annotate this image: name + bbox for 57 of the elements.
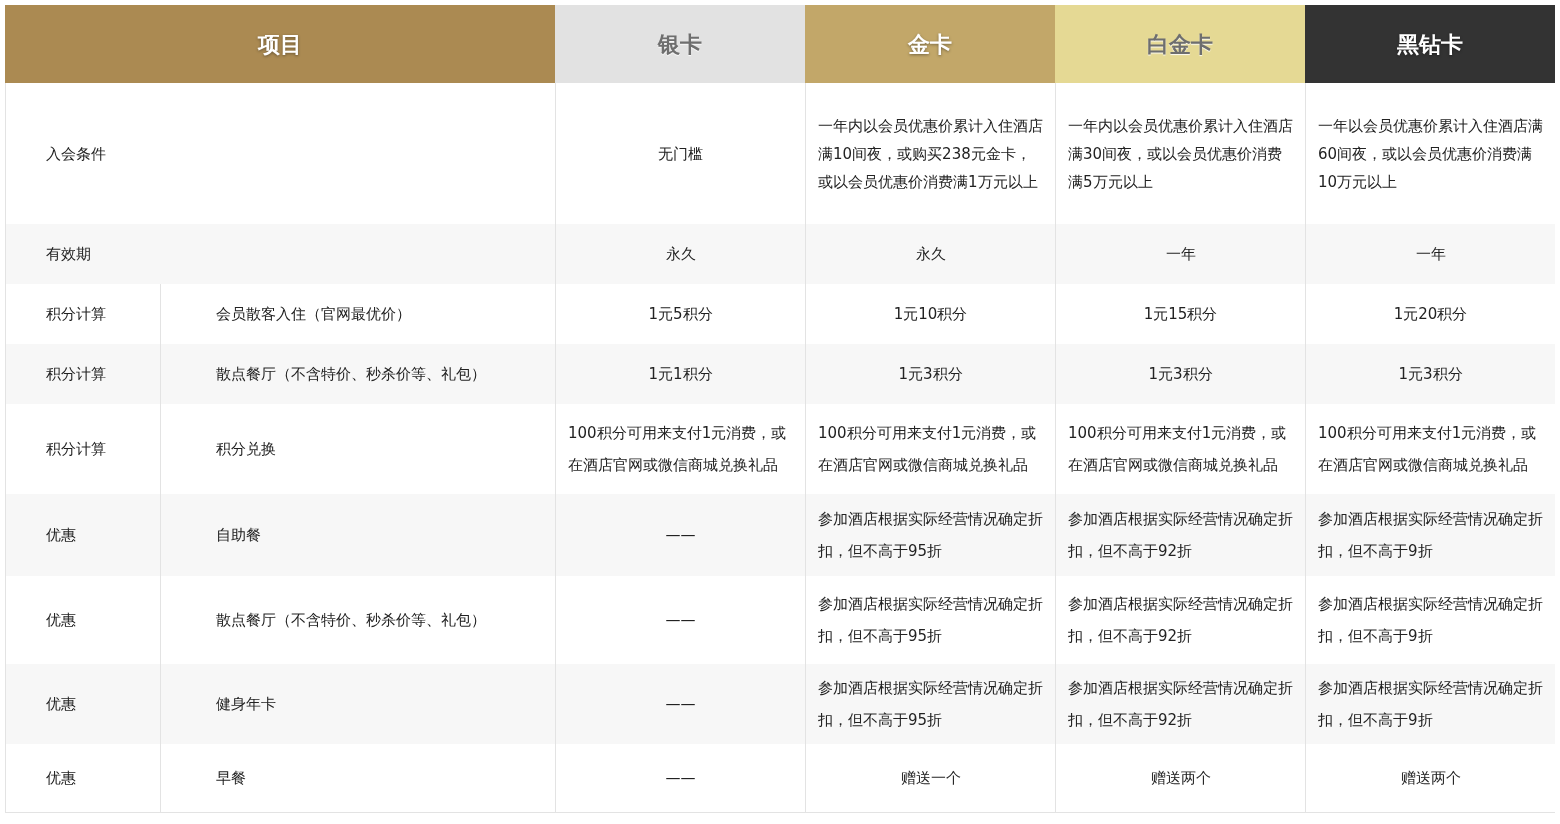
row-label: 优惠 (46, 525, 76, 546)
table-cell-text: 100积分可用来支付1元消费，或在酒店官网或微信商城兑换礼品 (818, 423, 1038, 476)
table-cell-text: 赠送两个 (1400, 768, 1461, 789)
column-header: 银卡 (555, 5, 805, 83)
table-cell-text: 100积分可用来支付1元消费，或在酒店官网或微信商城兑换礼品 (1318, 423, 1538, 476)
table-cell-text: 一年内以会员优惠价累计入住酒店满10间夜，或购买238元金卡，或以会员优惠价消费满1万元以上 (818, 115, 1043, 193)
table-cell-text: 1元5积分 (648, 304, 713, 325)
row-label: 入会条件 (46, 143, 106, 165)
table-cell-text: 1元15积分 (1143, 304, 1218, 325)
row-sublabel: 散点餐厅（不含特价、秒杀价等、礼包） (216, 364, 486, 385)
table-cell-text: 参加酒店根据实际经营情况确定折扣，但不高于9折 (1318, 594, 1543, 647)
table-cell-text: 1元3积分 (1148, 364, 1213, 385)
row-label: 优惠 (46, 694, 76, 715)
table-cell-text: 100积分可用来支付1元消费，或在酒店官网或微信商城兑换礼品 (1068, 423, 1288, 476)
column-header: 白金卡 (1055, 5, 1305, 83)
table-cell-text: 一年以会员优惠价累计入住酒店满60间夜，或以会员优惠价消费满10万元以上 (1318, 115, 1543, 193)
table-cell-text: 永久 (665, 244, 696, 265)
row-label: 优惠 (46, 768, 76, 789)
row-sublabel: 健身年卡 (216, 694, 276, 715)
row-sublabel: 积分兑换 (216, 439, 276, 460)
column-header: 项目 (5, 5, 555, 83)
column-header: 黑钻卡 (1305, 5, 1555, 83)
table-cell-text: —— (665, 610, 696, 631)
table-cell-text: 1元3积分 (898, 364, 963, 385)
table-cell-text: 赠送一个 (900, 768, 961, 789)
row-label: 积分计算 (46, 439, 106, 460)
table-cell-text: 1元1积分 (648, 364, 713, 385)
table-cell-text: 一年 (1415, 244, 1446, 265)
table-cell-text: —— (665, 525, 696, 546)
table-cell-text: 参加酒店根据实际经营情况确定折扣，但不高于92折 (1068, 594, 1293, 647)
table-cell-text: 1元20积分 (1393, 304, 1468, 325)
table-cell-text: 参加酒店根据实际经营情况确定折扣，但不高于9折 (1318, 678, 1543, 731)
row-label: 有效期 (46, 244, 91, 265)
row-sublabel: 早餐 (216, 768, 246, 789)
row-label: 积分计算 (46, 304, 106, 325)
table-cell-text: 参加酒店根据实际经营情况确定折扣，但不高于92折 (1068, 509, 1293, 562)
table-cell-text: 赠送两个 (1150, 768, 1211, 789)
table-cell-text: 一年内以会员优惠价累计入住酒店满30间夜，或以会员优惠价消费满5万元以上 (1068, 115, 1293, 193)
table-cell-text: 参加酒店根据实际经营情况确定折扣，但不高于95折 (818, 594, 1043, 647)
row-sublabel: 散点餐厅（不含特价、秒杀价等、礼包） (216, 610, 486, 631)
table-cell-text: 一年 (1165, 244, 1196, 265)
table-cell-text: 无门槛 (658, 143, 703, 165)
table-cell-text: 1元3积分 (1398, 364, 1463, 385)
row-label: 优惠 (46, 610, 76, 631)
table-cell-text: 永久 (915, 244, 946, 265)
table-cell-text: —— (665, 768, 696, 789)
table-cell-text: 100积分可用来支付1元消费，或在酒店官网或微信商城兑换礼品 (568, 423, 788, 476)
table-cell-text: 1元10积分 (893, 304, 968, 325)
table-cell-text: 参加酒店根据实际经营情况确定折扣，但不高于95折 (818, 509, 1043, 562)
table-cell-text: 参加酒店根据实际经营情况确定折扣，但不高于9折 (1318, 509, 1543, 562)
column-header: 金卡 (805, 5, 1055, 83)
table-cell-text: 参加酒店根据实际经营情况确定折扣，但不高于95折 (818, 678, 1043, 731)
row-label: 积分计算 (46, 364, 106, 385)
row-sublabel: 会员散客入住（官网最优价） (216, 304, 411, 325)
table-cell-text: —— (665, 694, 696, 715)
row-sublabel: 自助餐 (216, 525, 261, 546)
table-cell-text: 参加酒店根据实际经营情况确定折扣，但不高于92折 (1068, 678, 1293, 731)
